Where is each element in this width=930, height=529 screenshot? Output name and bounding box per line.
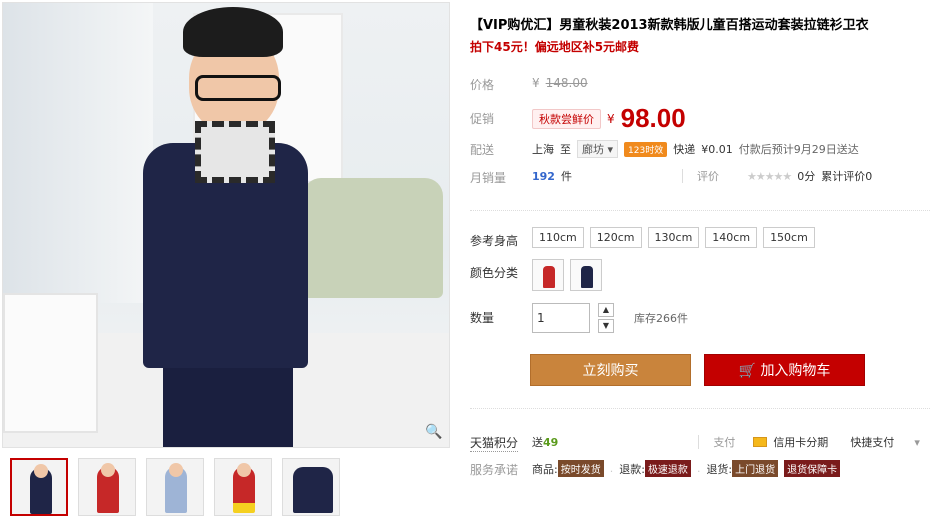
size-option-150[interactable]: 150cm (763, 227, 815, 248)
model-pants (163, 363, 293, 447)
product-title: 【VIP购优汇】男童秋装2013新款韩版儿童百搭运动套装拉链衫卫衣 (470, 18, 869, 33)
chevron-down-icon: ▾ (607, 143, 614, 156)
rating-score: 0分 (797, 170, 816, 183)
promo-price: 98.00 (620, 103, 686, 133)
shipping-from: 上海 (532, 143, 554, 156)
sales-unit: 件 (560, 170, 572, 183)
thumbnail-4[interactable] (214, 458, 272, 516)
thumbnail-1[interactable] (10, 458, 68, 516)
magnifier-icon[interactable]: 🔍 (425, 423, 443, 441)
buy-now-button[interactable]: 立刻购买 (530, 354, 691, 386)
rating-stars-icon: ★★★★★ (746, 169, 792, 183)
promo-label: 促销 (470, 112, 495, 126)
shipping-fee: ¥0.01 (701, 142, 733, 156)
background-sofa (303, 178, 443, 298)
colors-label: 颜色分类 (470, 266, 519, 280)
points-value: 49 (543, 435, 559, 449)
credit-installment-link[interactable]: 信用卡分期 (773, 434, 828, 450)
review-count: 0 (865, 169, 873, 183)
points-label: 天猫积分 (470, 436, 519, 452)
add-to-cart-button[interactable]: 🛒 加入购物车 (704, 354, 865, 386)
shipping-note: 付款后预计9月29日送达 (738, 143, 859, 156)
service-prefix: 退款: (619, 462, 645, 476)
shipping-label: 配送 (470, 143, 495, 157)
service-badge-ontime[interactable]: 按时发货 (557, 460, 604, 477)
sizes-label: 参考身高 (470, 234, 519, 248)
destination-value: 廊坊 (582, 143, 604, 156)
shopping-cart-icon: 🛒 (738, 363, 756, 379)
delivery-time-badge: 123时效 (624, 141, 668, 157)
model-hair (183, 7, 283, 57)
fast-pay-link[interactable]: 快捷支付 (850, 434, 894, 450)
service-prefix: 退货: (706, 462, 733, 476)
thumbnail-strip (10, 458, 340, 516)
sales-label: 月销量 (470, 171, 507, 185)
size-option-120[interactable]: 120cm (589, 227, 642, 248)
background-table (3, 293, 98, 433)
chevron-down-icon[interactable]: ▾ (914, 436, 920, 449)
promo-tag: 秋款尝鲜价 (532, 108, 601, 129)
sales-count: 192 (532, 169, 555, 183)
model-scarf (195, 121, 275, 183)
quantity-label: 数量 (470, 311, 495, 325)
quantity-decrease-button[interactable]: ▼ (598, 319, 614, 333)
add-to-cart-label: 加入购物车 (760, 363, 831, 379)
price-label: 价格 (470, 78, 495, 92)
thumbnail-3[interactable] (146, 458, 204, 516)
color-option-navy[interactable] (570, 259, 602, 291)
product-subtitle: 拍下45元！偏远地区补5元邮费 (470, 40, 640, 54)
review-label: 累计评价 (821, 170, 866, 183)
service-prefix: 商品: (532, 462, 558, 476)
divider (681, 169, 683, 183)
background-window (3, 3, 153, 303)
quantity-increase-button[interactable]: ▲ (598, 303, 614, 317)
shipping-method: 快递 (673, 143, 696, 156)
color-option-red[interactable] (532, 259, 564, 291)
rating-label: 评价 (696, 170, 719, 183)
thumbnail-5[interactable] (282, 458, 340, 516)
size-option-130[interactable]: 130cm (647, 227, 700, 248)
price-currency: ¥ (532, 76, 540, 90)
section-divider (470, 210, 930, 211)
service-badge-card[interactable]: 退货保障卡 (784, 460, 841, 477)
main-product-image[interactable]: 🔍 (2, 2, 450, 448)
credit-card-icon (753, 437, 768, 447)
section-divider (470, 408, 930, 409)
points-text: 送 (532, 436, 543, 449)
thumbnail-2[interactable] (78, 458, 136, 516)
quantity-input[interactable]: 1 (532, 303, 590, 333)
pay-label: 支付 (713, 436, 736, 449)
size-option-140[interactable]: 140cm (705, 227, 758, 248)
services-label: 服务承诺 (470, 463, 519, 477)
model-glasses (195, 75, 281, 101)
destination-select[interactable]: 廊坊 ▾ (577, 140, 619, 158)
stock-text: 库存266件 (634, 312, 688, 325)
original-price: 148.00 (545, 76, 588, 90)
service-badge-refund[interactable]: 极速退款 (644, 460, 691, 477)
shipping-to-word: 至 (560, 143, 571, 156)
divider (698, 435, 700, 449)
size-option-110[interactable]: 110cm (532, 227, 584, 248)
service-badge-return[interactable]: 上门退货 (732, 460, 779, 477)
promo-currency: ¥ (607, 111, 615, 126)
